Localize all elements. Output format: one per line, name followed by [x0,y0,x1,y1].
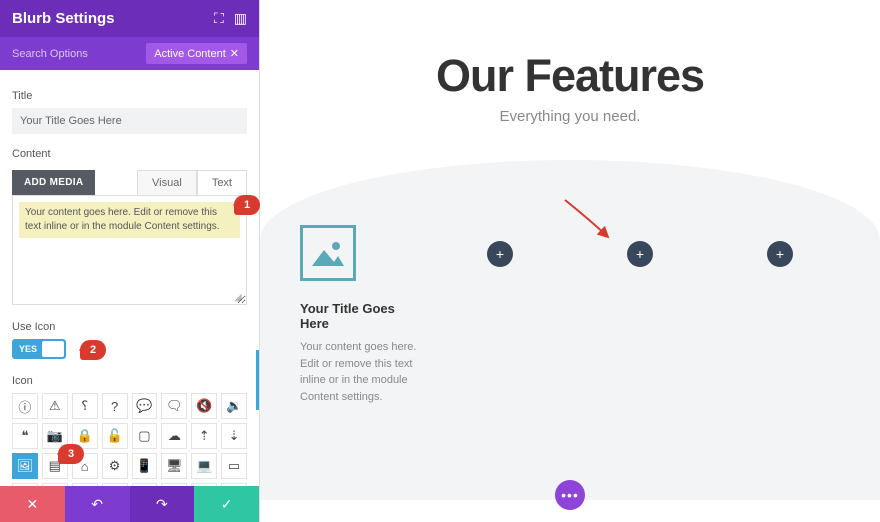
active-content-chip[interactable]: Active Content ✕ [146,43,247,64]
close-icon[interactable]: ✕ [230,47,239,60]
settings-panel: Blurb Settings ⛶ ▥ Search Options Active… [0,0,260,522]
focus-icon[interactable]: ⛶ [214,10,224,27]
icon-label: Icon [12,375,247,387]
blurb-image-icon [300,225,356,281]
use-icon-label: Use Icon [12,321,247,333]
title-label: Title [12,90,247,102]
title-input[interactable] [12,108,247,134]
blurb-text: Your content goes here. Edit or remove t… [300,339,420,405]
panel-header: Blurb Settings ⛶ ▥ [0,0,259,37]
icon-option-unlock[interactable]: 🔓 [102,423,128,449]
page-subtitle: Everything you need. [260,108,880,125]
resize-grip-icon[interactable]: ◢ [234,292,244,302]
cancel-button[interactable]: ✕ [0,486,65,522]
redo-button[interactable]: ↷ [130,486,195,522]
content-editor[interactable]: Your content goes here. Edit or remove t… [12,195,247,305]
panel-body: Title Content ADD MEDIA Visual Text Your… [0,70,259,486]
content-text: Your content goes here. Edit or remove t… [19,202,240,238]
icon-option-settings[interactable]: ⚙ [102,453,128,479]
icon-option-laptop[interactable]: 💻 [191,453,217,479]
icon-option-quote[interactable]: ❝ [12,423,38,449]
page-title: Our Features [260,50,880,102]
tab-text[interactable]: Text [197,170,247,195]
icon-grid: ⓘ⚠؟?💬🗨🔇🔉❝📷🔒🔓▢☁⇡⇣🖼▤⌂⚙📱🖥💻▭✉📨▲△📅🛒📎🏷📍📌⌄⌃‹›⌄⌃ [12,393,247,486]
tab-visual[interactable]: Visual [137,170,197,195]
icon-option-cloud[interactable]: ☁ [161,423,187,449]
icon-option-question[interactable]: ? [102,393,128,419]
features-row: Your Title Goes Here Your content goes h… [260,225,880,405]
add-module-button[interactable]: + [487,241,513,267]
panel-footer: ✕ ↶ ↷ ✓ [0,486,259,522]
add-media-button[interactable]: ADD MEDIA [12,170,95,195]
use-icon-toggle[interactable]: YES [12,339,66,359]
preview-area: Our Features Everything you need. Your T… [260,0,880,522]
icon-option-cloud-up[interactable]: ⇡ [191,423,217,449]
icon-option-volume-off[interactable]: 🔇 [191,393,217,419]
icon-option-image[interactable]: 🖼 [12,453,38,479]
icon-option-warning[interactable]: ⚠ [42,393,68,419]
undo-button[interactable]: ↶ [65,486,130,522]
icon-option-help-circle[interactable]: ؟ [72,393,98,419]
icon-option-volume-low[interactable]: 🔉 [221,393,247,419]
blurb-title: Your Title Goes Here [300,301,420,331]
settings-fab[interactable]: ••• [555,480,585,510]
content-label: Content [12,148,247,160]
panel-title: Blurb Settings [12,10,115,27]
icon-option-chat-alt[interactable]: 🗨 [161,393,187,419]
annotation-marker-1: 1 [234,195,260,215]
search-options[interactable]: Search Options [12,48,88,60]
annotation-marker-2: 2 [80,340,106,360]
columns-icon[interactable]: ▥ [234,10,247,27]
scroll-indicator[interactable] [256,350,259,410]
save-button[interactable]: ✓ [194,486,259,522]
toggle-knob [42,341,64,357]
icon-option-chat[interactable]: 💬 [132,393,158,419]
add-module-button[interactable]: + [627,241,653,267]
icon-option-desktop[interactable]: 🖥 [161,453,187,479]
panel-subheader: Search Options Active Content ✕ [0,37,259,70]
icon-option-phone[interactable]: 📱 [132,453,158,479]
annotation-marker-3: 3 [58,444,84,464]
icon-option-cloud-down[interactable]: ⇣ [221,423,247,449]
blurb-module[interactable]: Your Title Goes Here Your content goes h… [300,225,420,405]
icon-option-screen[interactable]: ▭ [221,453,247,479]
icon-option-info[interactable]: ⓘ [12,393,38,419]
add-module-button[interactable]: + [767,241,793,267]
icon-option-box[interactable]: ▢ [132,423,158,449]
